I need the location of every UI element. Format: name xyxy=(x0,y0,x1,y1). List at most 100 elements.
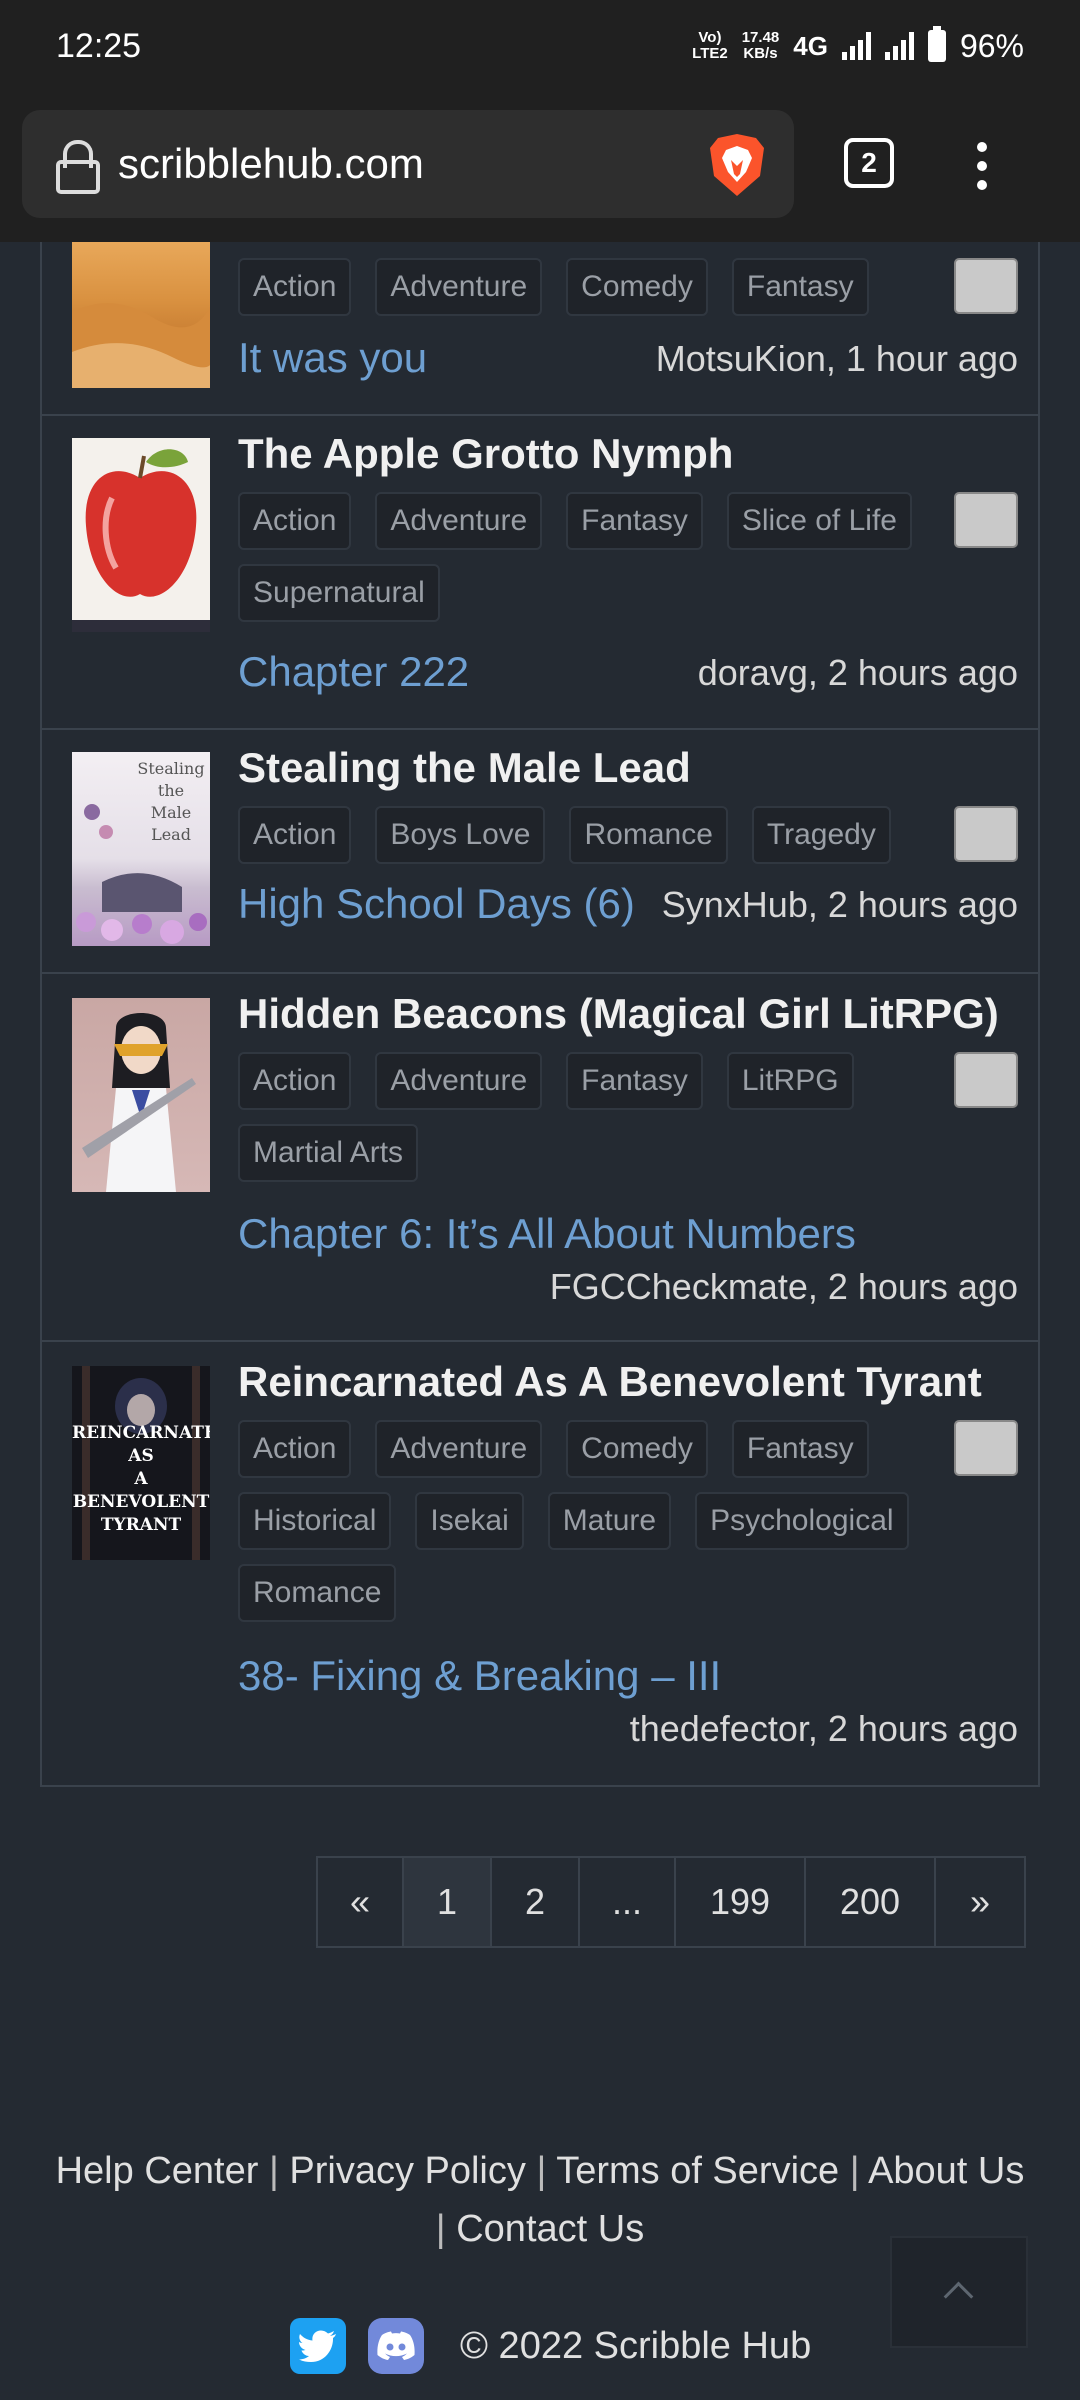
chapter-link[interactable]: High School Days (6) xyxy=(238,880,635,928)
tag-list: Action Boys Love Romance Tragedy xyxy=(238,806,938,864)
genre-tag[interactable]: Historical xyxy=(238,1492,392,1550)
genre-tag[interactable]: Fantasy xyxy=(566,492,703,550)
genre-tag[interactable]: Boys Love xyxy=(375,806,546,864)
genre-tag[interactable]: Action xyxy=(238,258,352,316)
series-cover[interactable]: Stealing the Male Lead xyxy=(72,752,210,946)
author-time: MotsuKion, 1 hour ago xyxy=(655,338,1018,379)
genre-tag[interactable]: Adventure xyxy=(375,1052,543,1110)
contact-us-link[interactable]: Contact Us xyxy=(456,2208,644,2250)
series-cover[interactable] xyxy=(72,998,210,1192)
chapter-link[interactable]: Chapter 222 xyxy=(238,648,469,696)
volte-indicator: Vo) LTE2 xyxy=(692,29,728,62)
reading-list-checkbox[interactable] xyxy=(954,806,1018,862)
genre-tag[interactable]: Comedy xyxy=(566,258,708,316)
prev-page-button[interactable]: « xyxy=(318,1858,404,1946)
list-item: REINCARNATEDASABENEVOLENTTYRANT Reincarn… xyxy=(42,1342,1038,1787)
status-time: 12:25 xyxy=(56,26,142,65)
tag-list: Action Adventure Fantasy LitRPG Martial … xyxy=(238,1052,938,1182)
list-item: Action Adventure Comedy Fantasy It was y… xyxy=(42,242,1038,416)
series-cover[interactable]: REINCARNATEDASABENEVOLENTTYRANT xyxy=(72,1366,210,1560)
status-bar: 12:25 Vo) LTE2 17.48 KB/s 4G 96% xyxy=(0,0,1080,92)
battery-level: 96% xyxy=(959,27,1024,64)
list-item: Hidden Beacons (Magical Girl LitRPG) Act… xyxy=(42,974,1038,1342)
about-us-link[interactable]: About Us xyxy=(868,2150,1024,2192)
genre-tag[interactable]: Martial Arts xyxy=(238,1124,419,1182)
author-time: FGCCheckmate, 2 hours ago xyxy=(549,1266,1018,1307)
status-icons: Vo) LTE2 17.48 KB/s 4G 96% xyxy=(692,26,1024,65)
footer-bottom: © 2022 Scribble Hub xyxy=(290,2318,811,2374)
genre-tag[interactable]: Action xyxy=(238,1420,352,1478)
tag-list: Action Adventure Fantasy Slice of Life S… xyxy=(238,492,938,622)
privacy-policy-link[interactable]: Privacy Policy xyxy=(289,2150,526,2192)
signal-icon xyxy=(841,32,871,60)
genre-tag[interactable]: Action xyxy=(238,1052,352,1110)
terms-of-service-link[interactable]: Terms of Service xyxy=(556,2150,839,2192)
page-1-button[interactable]: 1 xyxy=(404,1858,492,1946)
genre-tag[interactable]: Romance xyxy=(238,1564,397,1622)
genre-tag[interactable]: Romance xyxy=(569,806,728,864)
genre-tag[interactable]: Fantasy xyxy=(731,1420,869,1478)
copyright-text: © 2022 Scribble Hub xyxy=(460,2324,812,2367)
reading-list-checkbox[interactable] xyxy=(954,1052,1018,1108)
chapter-link[interactable]: Chapter 6: It’s All About Numbers xyxy=(238,1210,856,1258)
flowers-illustration xyxy=(76,804,207,944)
battery-icon xyxy=(927,26,946,62)
magical-girl-illustration xyxy=(82,1013,196,1192)
chapter-link[interactable]: 38- Fixing & Breaking – III xyxy=(238,1652,721,1700)
genre-tag[interactable]: Adventure xyxy=(375,258,543,316)
genre-tag[interactable]: Mature xyxy=(547,1492,672,1550)
help-center-link[interactable]: Help Center xyxy=(56,2150,259,2192)
genre-tag[interactable]: Supernatural xyxy=(238,564,440,622)
series-title[interactable]: Hidden Beacons (Magical Girl LitRPG) xyxy=(238,990,999,1038)
series-cover[interactable] xyxy=(72,242,210,388)
page-ellipsis: ... xyxy=(580,1858,676,1946)
twitter-icon[interactable] xyxy=(290,2318,346,2374)
desert-illustration xyxy=(72,303,210,388)
author-time: doravg, 2 hours ago xyxy=(697,652,1018,693)
separator: | xyxy=(536,2150,547,2192)
reading-list-checkbox[interactable] xyxy=(954,492,1018,548)
page-200-button[interactable]: 200 xyxy=(806,1858,936,1946)
discord-icon[interactable] xyxy=(368,2318,424,2374)
genre-tag[interactable]: Fantasy xyxy=(566,1052,703,1110)
more-menu-icon[interactable] xyxy=(974,142,990,192)
reading-list-checkbox[interactable] xyxy=(954,258,1018,314)
genre-tag[interactable]: Adventure xyxy=(375,1420,543,1478)
network-speed: 17.48 KB/s xyxy=(741,29,780,62)
pagination: « 1 2 ... 199 200 » xyxy=(316,1856,1026,1948)
genre-tag[interactable]: Action xyxy=(238,806,352,864)
author-time: SynxHub, 2 hours ago xyxy=(661,884,1018,925)
page-199-button[interactable]: 199 xyxy=(676,1858,806,1946)
genre-tag[interactable]: Fantasy xyxy=(731,258,869,316)
lock-icon[interactable] xyxy=(56,140,100,194)
separator: | xyxy=(435,2208,446,2250)
genre-tag[interactable]: Psychological xyxy=(695,1492,909,1550)
tab-switcher-button[interactable]: 2 xyxy=(844,138,894,188)
network-type: 4G xyxy=(793,30,828,61)
list-item: Stealing the Male Lead Stealing the Male Le… xyxy=(42,730,1038,974)
genre-tag[interactable]: Action xyxy=(238,492,352,550)
page-2-button[interactable]: 2 xyxy=(492,1858,580,1946)
chapter-link[interactable]: It was you xyxy=(238,334,427,382)
genre-tag[interactable]: Adventure xyxy=(375,492,543,550)
apple-illustration xyxy=(72,449,210,632)
footer: Help Center | Privacy Policy | Terms of … xyxy=(0,2090,1080,2400)
series-title[interactable]: Stealing the Male Lead xyxy=(238,744,691,792)
back-to-top-button[interactable] xyxy=(890,2236,1028,2348)
url-text[interactable]: scribblehub.com xyxy=(118,140,424,188)
genre-tag[interactable]: Slice of Life xyxy=(726,492,912,550)
reading-list-checkbox[interactable] xyxy=(954,1420,1018,1476)
series-cover[interactable] xyxy=(72,438,210,632)
genre-tag[interactable]: Comedy xyxy=(566,1420,708,1478)
genre-tag[interactable]: Isekai xyxy=(415,1492,524,1550)
genre-tag[interactable]: LitRPG xyxy=(726,1052,854,1110)
signal-icon-2 xyxy=(884,32,914,60)
series-title[interactable]: Reincarnated As A Benevolent Tyrant xyxy=(238,1358,982,1406)
separator: | xyxy=(849,2150,860,2192)
genre-tag[interactable]: Tragedy xyxy=(751,806,891,864)
cover-title-text: REINCARNATEDASABENEVOLENTTYRANT xyxy=(72,1423,210,1535)
next-page-button[interactable]: » xyxy=(936,1858,1024,1946)
series-title[interactable]: The Apple Grotto Nymph xyxy=(238,430,733,478)
brave-shield-icon[interactable] xyxy=(706,132,768,198)
address-bar[interactable]: scribblehub.com xyxy=(22,110,794,218)
